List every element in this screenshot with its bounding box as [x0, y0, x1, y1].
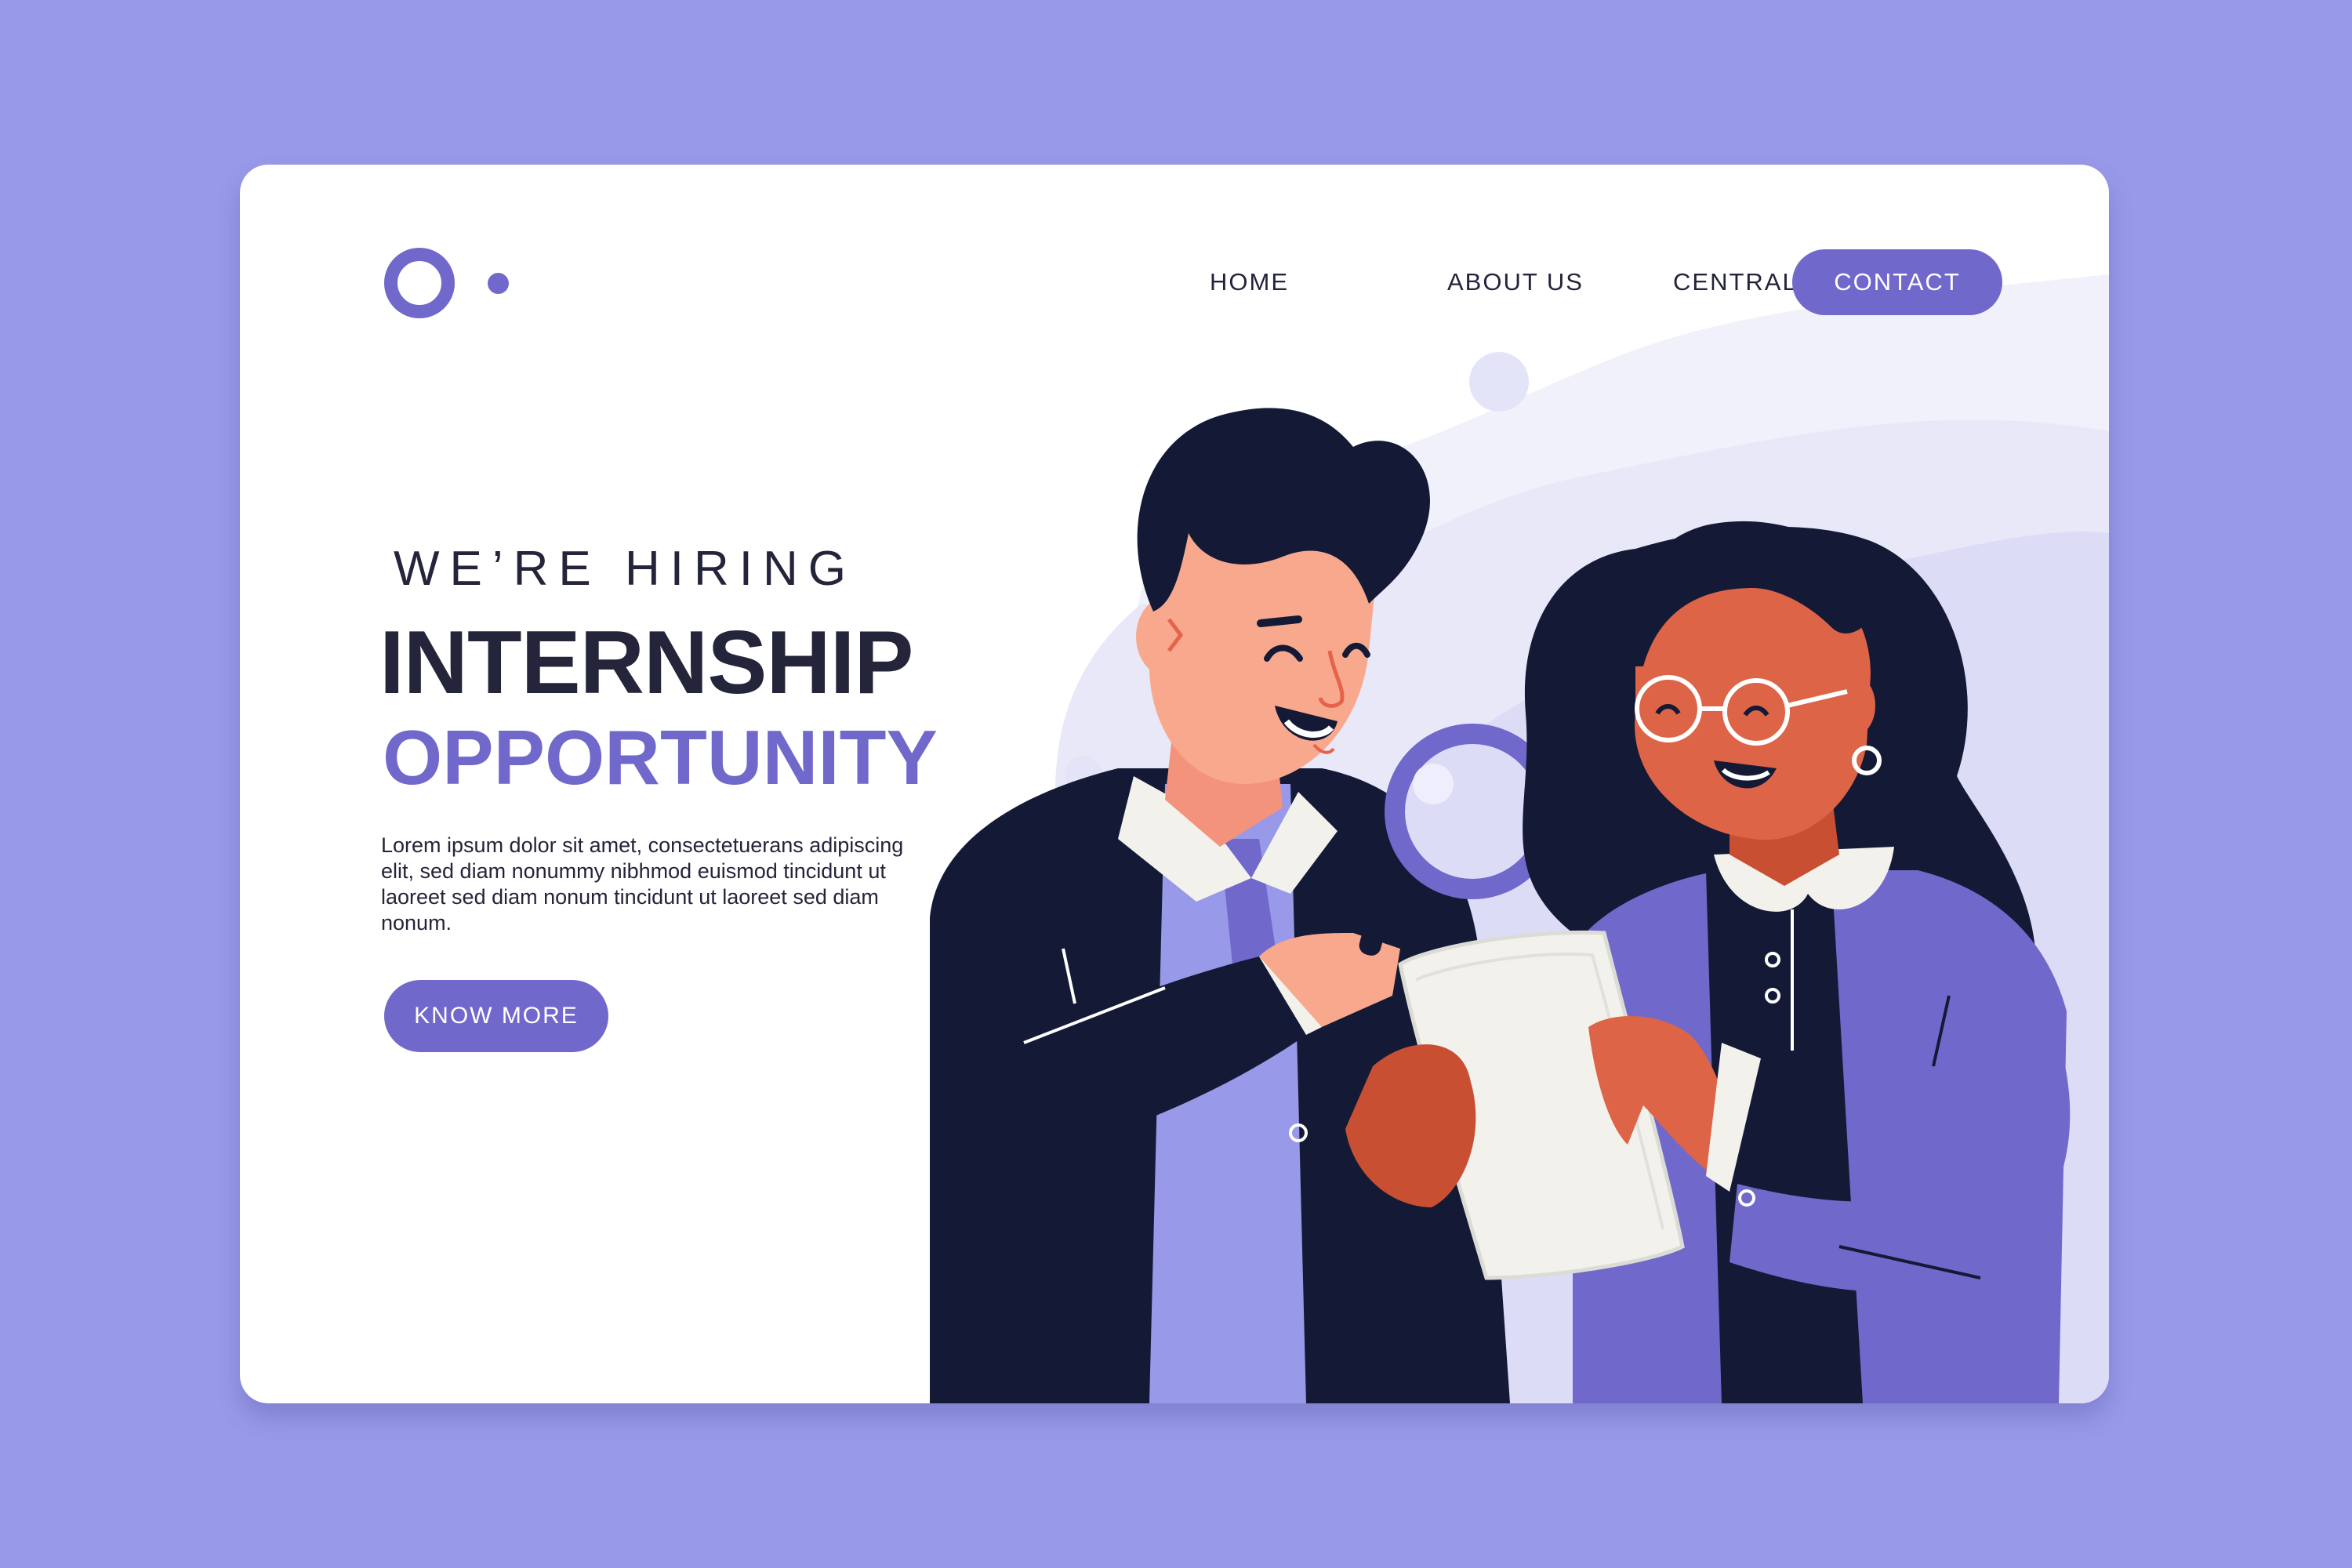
man-figure	[930, 408, 1510, 1403]
hiring-illustration	[930, 408, 2071, 1403]
landing-card: HOME ABOUT US CENTRAL CONTACT WE’RE HIRI…	[240, 165, 2109, 1403]
